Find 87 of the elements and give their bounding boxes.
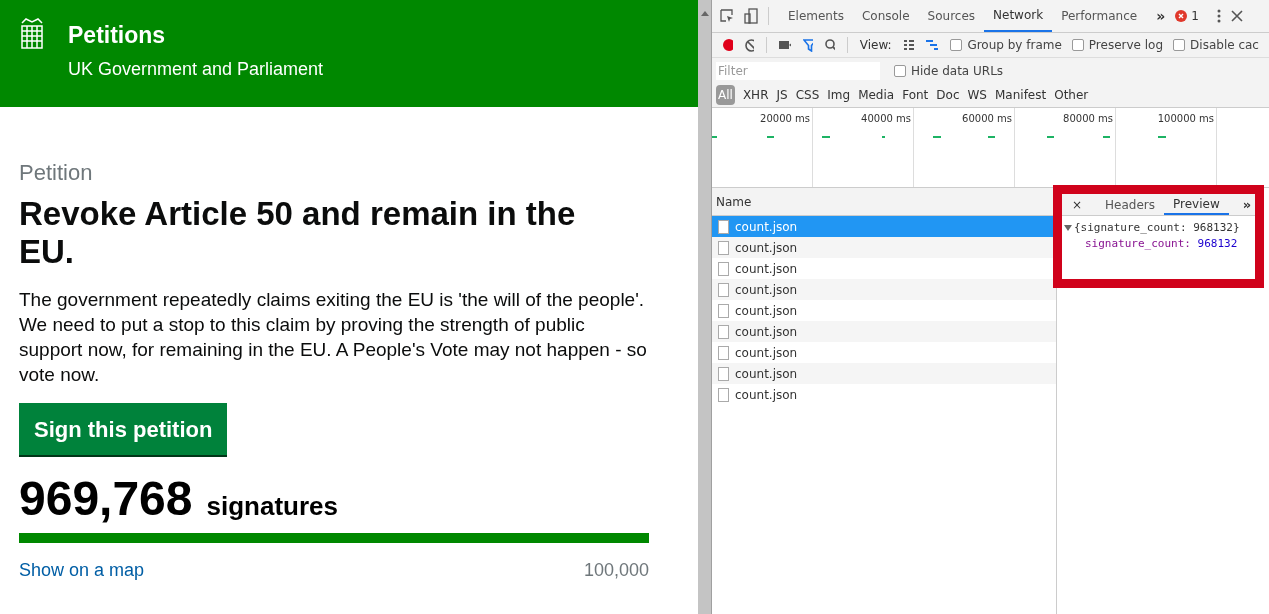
portcullis-icon [18, 17, 46, 51]
more-tabs-button[interactable]: » [1242, 194, 1252, 215]
show-on-map-link[interactable]: Show on a map [19, 557, 145, 584]
checkbox-label[interactable]: Preserve log [1088, 36, 1164, 54]
request-name: count.json [735, 386, 798, 404]
timeline-tick-label: 60000 ms [962, 112, 1012, 125]
petition-label: Petition [19, 159, 93, 187]
request-name: count.json [735, 239, 798, 257]
type-filter-button[interactable]: Media [858, 86, 895, 104]
signature-count-label: signatures [206, 490, 338, 523]
close-button[interactable]: × [1072, 195, 1083, 214]
filter-icon[interactable] [802, 38, 814, 52]
signature-count: 969,768 [19, 471, 193, 527]
request-row[interactable]: count.json [712, 321, 1056, 342]
request-row[interactable]: count.json [712, 279, 1056, 300]
site-subtitle: UK Government and Parliament [68, 58, 324, 81]
type-filter-button[interactable]: Img [827, 86, 851, 104]
name-column-header[interactable]: Name [712, 188, 1056, 216]
search-icon[interactable] [825, 38, 835, 52]
checkbox-label[interactable]: Hide data URLs [911, 61, 1004, 80]
timeline-tick-label: 100000 ms [1157, 112, 1214, 125]
record-icon[interactable] [722, 38, 733, 52]
type-filter-button[interactable]: CSS [795, 86, 820, 104]
file-icon [718, 387, 729, 402]
checkbox-label[interactable]: Group by frame [967, 36, 1062, 54]
timeline-tick-label: 20000 ms [760, 112, 810, 125]
devtools-tab[interactable]: Console [852, 0, 919, 32]
threshold-value: 100,000 [583, 559, 649, 582]
file-icon [718, 219, 729, 234]
request-name: count.json [735, 218, 798, 236]
file-icon [718, 366, 729, 381]
type-filter-button[interactable]: Font [902, 86, 929, 104]
preview-key: signature_count: [1085, 237, 1191, 250]
list-view-icon[interactable] [903, 40, 915, 50]
petition-heading: Revoke Article 50 and remain in the EU. [19, 195, 577, 271]
preview-object: {signature_count: 968132} [1074, 220, 1240, 236]
sign-petition-button[interactable]: Sign this petition [19, 403, 228, 455]
devtools-tab[interactable]: Performance [1052, 0, 1147, 32]
type-filter-button[interactable]: Other [1054, 86, 1089, 104]
file-icon [718, 282, 729, 297]
detail-tab[interactable]: Preview [1164, 194, 1229, 215]
menu-icon[interactable] [1216, 9, 1221, 23]
type-filter-button[interactable]: Doc [936, 86, 960, 104]
scrollbar[interactable] [698, 0, 712, 614]
request-name: count.json [735, 260, 798, 278]
video-camera-icon[interactable] [779, 40, 791, 50]
device-icon[interactable] [744, 8, 758, 24]
timeline-tick-label: 80000 ms [1063, 112, 1113, 125]
request-name: count.json [735, 302, 798, 320]
type-filter-button[interactable]: WS [967, 86, 987, 104]
type-filter-button[interactable]: JS [776, 86, 788, 104]
request-name: count.json [735, 281, 798, 299]
checkbox[interactable] [1173, 39, 1186, 51]
preview-value: 968132 [1197, 237, 1238, 250]
checkbox-label[interactable]: Disable cac [1190, 36, 1259, 54]
close-icon[interactable] [1230, 10, 1243, 22]
request-row[interactable]: count.json [712, 363, 1056, 384]
file-icon [718, 303, 729, 318]
type-filter-button[interactable]: Manifest [995, 86, 1047, 104]
file-icon [718, 240, 729, 255]
file-icon [718, 261, 729, 276]
devtools-tab[interactable]: Sources [918, 0, 985, 32]
file-icon [718, 324, 729, 339]
detail-tab[interactable]: Headers [1096, 194, 1164, 215]
scroll-up-icon[interactable] [700, 10, 709, 16]
error-icon [1175, 10, 1188, 22]
request-name: count.json [735, 344, 798, 362]
site-title[interactable]: Petitions [68, 16, 324, 54]
clear-icon[interactable] [744, 38, 755, 52]
filter-field[interactable]: Filter [716, 61, 880, 80]
petition-summary: The government repeatedly claims exiting the EU is 'the will of the people'. We need to put a stop to this claim by proving the strength of public support now, for remaining in the EU. A People's Vote may not happen - so vote now. [19, 288, 648, 387]
request-name: count.json [735, 365, 798, 383]
view-label: View: [859, 37, 892, 54]
type-filter-button[interactable]: XHR [742, 86, 769, 104]
checkbox[interactable] [950, 39, 963, 51]
more-tabs-button[interactable]: » [1156, 5, 1166, 27]
request-name: count.json [735, 323, 798, 341]
checkbox[interactable] [1071, 39, 1084, 51]
devtools-tab[interactable]: Elements [779, 0, 853, 32]
request-row[interactable]: count.json [712, 237, 1056, 258]
checkbox[interactable] [894, 64, 906, 77]
timeline-tick-label: 40000 ms [861, 112, 911, 125]
error-count[interactable]: 1 [1191, 7, 1199, 25]
waterfall-view-icon[interactable] [926, 40, 939, 50]
file-icon [718, 345, 729, 360]
inspect-icon[interactable] [720, 9, 734, 23]
expand-triangle-icon[interactable] [1064, 225, 1072, 231]
